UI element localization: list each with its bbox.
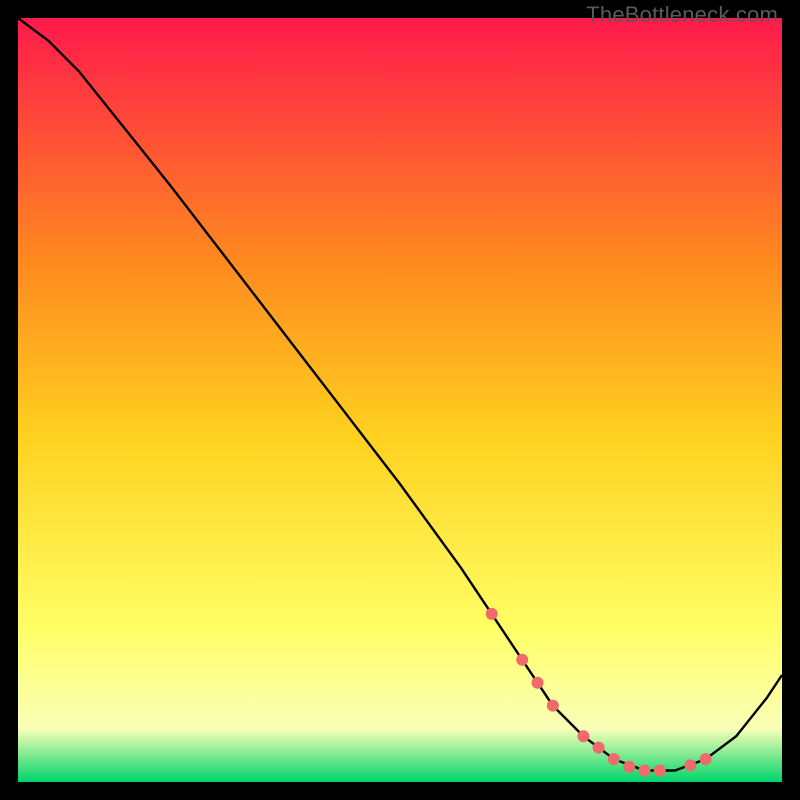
curve-marker: [593, 742, 605, 754]
curve-marker: [547, 700, 559, 712]
curve-marker: [516, 654, 528, 666]
curve-marker: [654, 765, 666, 777]
curve-marker: [577, 730, 589, 742]
curve-marker: [486, 608, 498, 620]
curve-marker: [700, 753, 712, 765]
curve-marker: [684, 759, 696, 771]
watermark-text: TheBottleneck.com: [586, 2, 778, 28]
chart-background: [18, 18, 782, 782]
bottleneck-chart: [18, 18, 782, 782]
curve-marker: [639, 765, 651, 777]
curve-marker: [608, 753, 620, 765]
curve-marker: [532, 677, 544, 689]
curve-marker: [623, 761, 635, 773]
chart-frame: [18, 18, 782, 782]
